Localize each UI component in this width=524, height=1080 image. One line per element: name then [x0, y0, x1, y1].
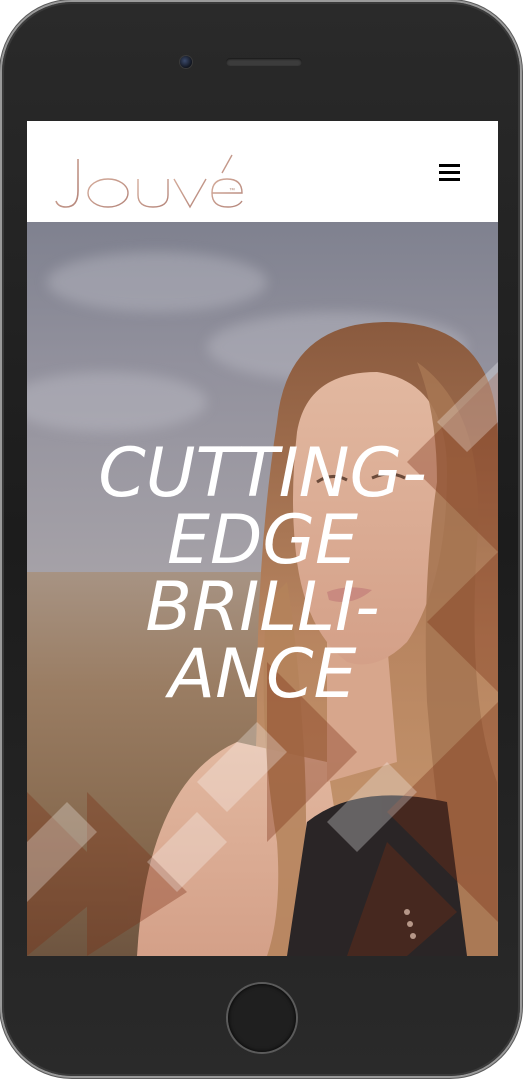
trademark-symbol: ™ — [229, 188, 235, 194]
menu-bar — [439, 164, 460, 167]
menu-bar — [439, 178, 460, 181]
menu-bar — [439, 171, 460, 174]
hero-headline: CUTTING- EDGE BRILLI- ANCE — [27, 434, 498, 714]
hero-banner: CUTTING- EDGE BRILLI- ANCE — [27, 222, 498, 956]
site-header: ™ — [27, 121, 498, 222]
headline-line: CUTTING- — [98, 434, 427, 513]
screen: ™ CUTTING- EDGE BRILLI- ANCE — [27, 121, 498, 956]
phone-frame: ™ CUTTING- EDGE BRILLI- ANCE — [2, 2, 520, 1076]
hamburger-menu-icon[interactable] — [425, 155, 473, 189]
headline-line: EDGE — [167, 501, 358, 580]
front-camera-icon — [180, 56, 192, 68]
brand-logo[interactable]: ™ — [52, 141, 262, 211]
headline-line: ANCE — [168, 635, 357, 714]
headline-line: BRILLI- — [145, 568, 380, 647]
home-button-icon[interactable] — [228, 984, 296, 1052]
speaker-grille — [226, 58, 302, 66]
logo-wordmark — [55, 154, 243, 209]
